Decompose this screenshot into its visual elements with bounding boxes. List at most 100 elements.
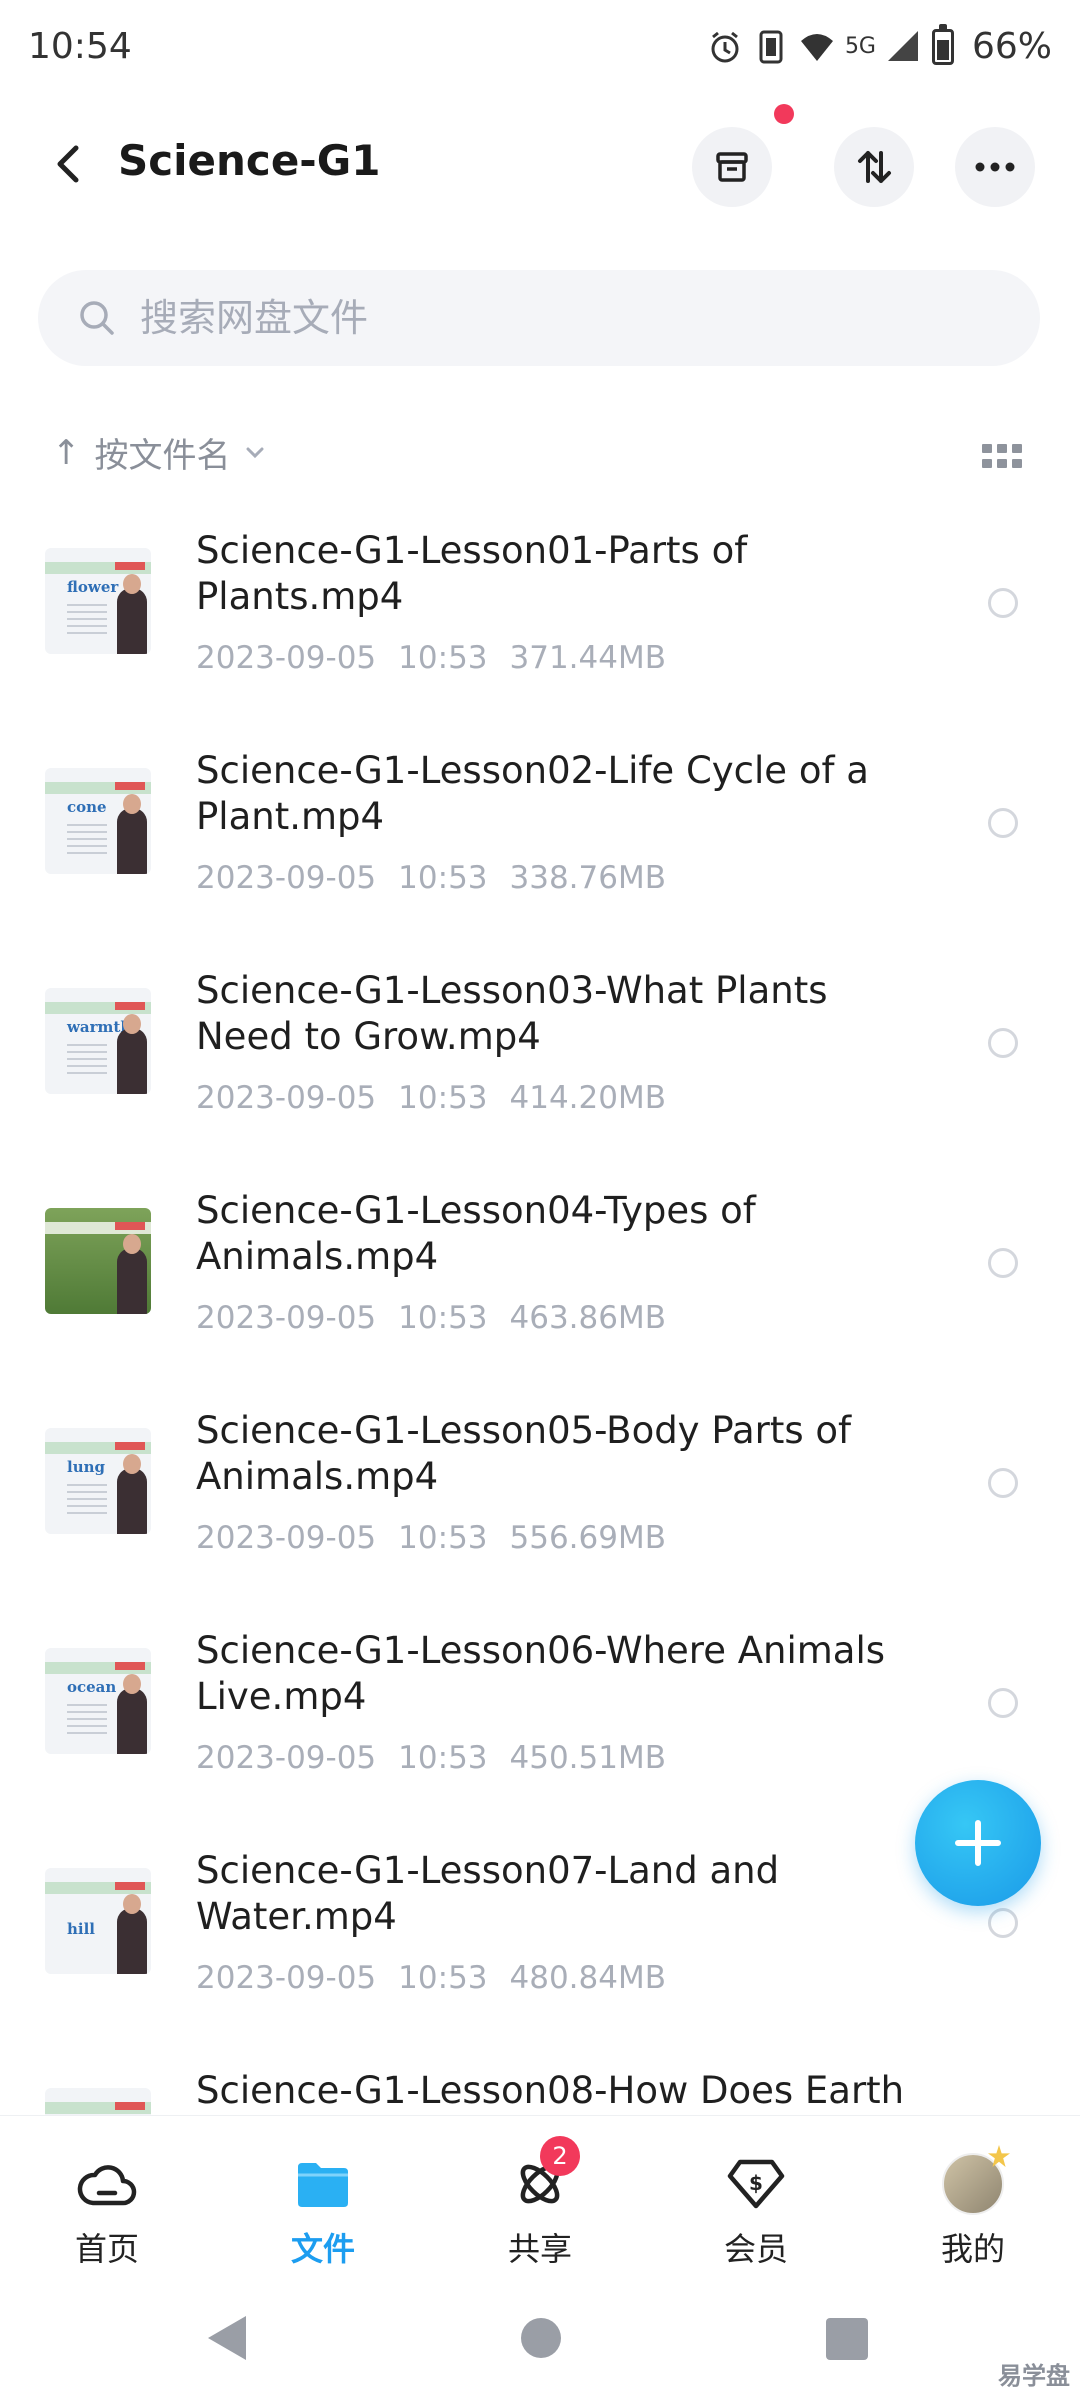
sort-direction-icon: ↑ xyxy=(52,432,81,473)
sort-selector[interactable]: ↑ 按文件名 xyxy=(52,428,265,477)
file-item[interactable]: Science-G1-Lesson08-How Does Earth xyxy=(0,2040,1080,2115)
file-meta: 2023-09-05 10:53 450.51MB xyxy=(196,1740,666,1776)
file-name: Science-G1-Lesson06-Where Animals Live.m… xyxy=(196,1629,886,1718)
file-size: 450.51MB xyxy=(509,1740,666,1776)
file-name: Science-G1-Lesson07-Land and Water.mp4 xyxy=(196,1849,780,1938)
signal-icon xyxy=(887,30,918,61)
search-bar[interactable] xyxy=(38,270,1040,366)
file-time: 10:53 xyxy=(398,1080,488,1116)
file-meta: 2023-09-05 10:53 556.69MB xyxy=(196,1520,666,1556)
select-checkbox[interactable] xyxy=(988,1908,1018,1938)
nav-item-share[interactable]: 2 共享 xyxy=(470,2136,610,2270)
svg-text:$: $ xyxy=(749,2171,763,2195)
file-item[interactable]: ocean Science-G1-Lesson06-Where Animals … xyxy=(0,1600,1080,1820)
file-meta: 2023-09-05 10:53 414.20MB xyxy=(196,1080,666,1116)
file-time: 10:53 xyxy=(398,1300,488,1336)
file-name: Science-G1-Lesson02-Life Cycle of a Plan… xyxy=(196,749,869,838)
system-recents-icon[interactable] xyxy=(826,2318,868,2360)
nav-label: 我的 xyxy=(940,2230,1005,2268)
file-size: 556.69MB xyxy=(509,1520,666,1556)
video-thumbnail: hill xyxy=(45,1868,151,1974)
file-date: 2023-09-05 xyxy=(196,1960,377,1996)
more-dots-icon xyxy=(975,162,1015,172)
system-nav-bar: 易学盘 xyxy=(0,2268,1080,2400)
video-thumbnail: lung xyxy=(45,1428,151,1534)
nfc-icon xyxy=(759,30,783,63)
header: Science-G1 xyxy=(0,110,1080,220)
system-home-icon[interactable] xyxy=(521,2318,561,2358)
file-size: 338.76MB xyxy=(509,860,666,896)
bottom-nav: 首页 文件 2 共享 $ 会员 我的 xyxy=(0,2115,1080,2268)
file-date: 2023-09-05 xyxy=(196,1080,377,1116)
search-input[interactable] xyxy=(140,296,1000,340)
add-button[interactable] xyxy=(915,1780,1041,1906)
system-back-icon[interactable] xyxy=(208,2316,246,2360)
video-thumbnail: cone xyxy=(45,768,151,874)
page-title: Science-G1 xyxy=(118,136,381,185)
file-meta: 2023-09-05 10:53 463.86MB xyxy=(196,1300,666,1336)
nav-label: 文件 xyxy=(290,2230,355,2268)
file-name: Science-G1-Lesson03-What Plants Need to … xyxy=(196,969,828,1058)
alarm-icon xyxy=(711,31,739,62)
nav-label: 首页 xyxy=(74,2230,139,2268)
chevron-down-icon xyxy=(246,447,263,458)
share-badge: 2 xyxy=(540,2136,580,2176)
video-thumbnail xyxy=(45,2088,151,2115)
avatar xyxy=(942,2153,1004,2215)
file-list: flower Science-G1-Lesson01-Parts of Plan… xyxy=(0,500,1080,2115)
more-button[interactable] xyxy=(955,127,1035,207)
sort-arrows-icon xyxy=(858,151,891,183)
plus-icon xyxy=(955,1820,1001,1866)
select-checkbox[interactable] xyxy=(988,1248,1018,1278)
sort-order-button[interactable] xyxy=(834,127,914,207)
file-name: Science-G1-Lesson05-Body Parts of Animal… xyxy=(196,1409,852,1498)
select-checkbox[interactable] xyxy=(988,808,1018,838)
file-name: Science-G1-Lesson04-Types of Animals.mp4 xyxy=(196,1189,756,1278)
file-meta: 2023-09-05 10:53 480.84MB xyxy=(196,1960,666,1996)
file-size: 371.44MB xyxy=(509,640,666,676)
nav-item-files[interactable]: 文件 xyxy=(253,2156,393,2270)
notification-dot xyxy=(774,104,794,124)
video-thumbnail: ocean xyxy=(45,1648,151,1754)
file-name: Science-G1-Lesson08-How Does Earth xyxy=(196,2069,905,2112)
archive-button[interactable] xyxy=(692,127,772,207)
file-size: 463.86MB xyxy=(509,1300,666,1336)
nav-label: 会员 xyxy=(723,2230,788,2268)
file-date: 2023-09-05 xyxy=(196,1520,377,1556)
video-thumbnail xyxy=(45,1208,151,1314)
file-time: 10:53 xyxy=(398,1520,488,1556)
file-date: 2023-09-05 xyxy=(196,1300,377,1336)
file-name: Science-G1-Lesson01-Parts of Plants.mp4 xyxy=(196,529,748,618)
file-meta: 2023-09-05 10:53 371.44MB xyxy=(196,640,666,676)
file-item[interactable]: flower Science-G1-Lesson01-Parts of Plan… xyxy=(0,500,1080,720)
file-size: 480.84MB xyxy=(509,1960,666,1996)
select-checkbox[interactable] xyxy=(988,588,1018,618)
search-icon xyxy=(80,301,114,335)
nav-item-me[interactable]: 我的 xyxy=(903,2153,1043,2270)
sort-label: 按文件名 xyxy=(94,436,231,476)
battery-level: 66% xyxy=(971,26,1052,67)
file-item[interactable]: warmth Science-G1-Lesson03-What Plants N… xyxy=(0,940,1080,1160)
file-time: 10:53 xyxy=(398,1960,488,1996)
grid-view-icon[interactable] xyxy=(982,444,1022,468)
network-type: 5G xyxy=(844,34,876,59)
file-item[interactable]: Science-G1-Lesson04-Types of Animals.mp4… xyxy=(0,1160,1080,1380)
file-item[interactable]: lung Science-G1-Lesson05-Body Parts of A… xyxy=(0,1380,1080,1600)
status-time: 10:54 xyxy=(28,26,132,67)
folder-icon xyxy=(298,2163,348,2207)
select-checkbox[interactable] xyxy=(988,1028,1018,1058)
select-checkbox[interactable] xyxy=(988,1468,1018,1498)
file-date: 2023-09-05 xyxy=(196,860,377,896)
file-item[interactable]: cone Science-G1-Lesson02-Life Cycle of a… xyxy=(0,720,1080,940)
vip-diamond-icon: $ xyxy=(727,2159,785,2209)
file-time: 10:53 xyxy=(398,860,488,896)
video-thumbnail: warmth xyxy=(45,988,151,1094)
back-button[interactable] xyxy=(40,136,96,192)
file-date: 2023-09-05 xyxy=(196,1740,377,1776)
nav-item-vip[interactable]: $ 会员 xyxy=(686,2156,826,2270)
nav-item-home[interactable]: 首页 xyxy=(37,2156,177,2270)
file-meta: 2023-09-05 10:53 338.76MB xyxy=(196,860,666,896)
nav-label: 共享 xyxy=(507,2230,572,2268)
select-checkbox[interactable] xyxy=(988,1688,1018,1718)
status-icons: 5G 66% xyxy=(707,23,1052,67)
